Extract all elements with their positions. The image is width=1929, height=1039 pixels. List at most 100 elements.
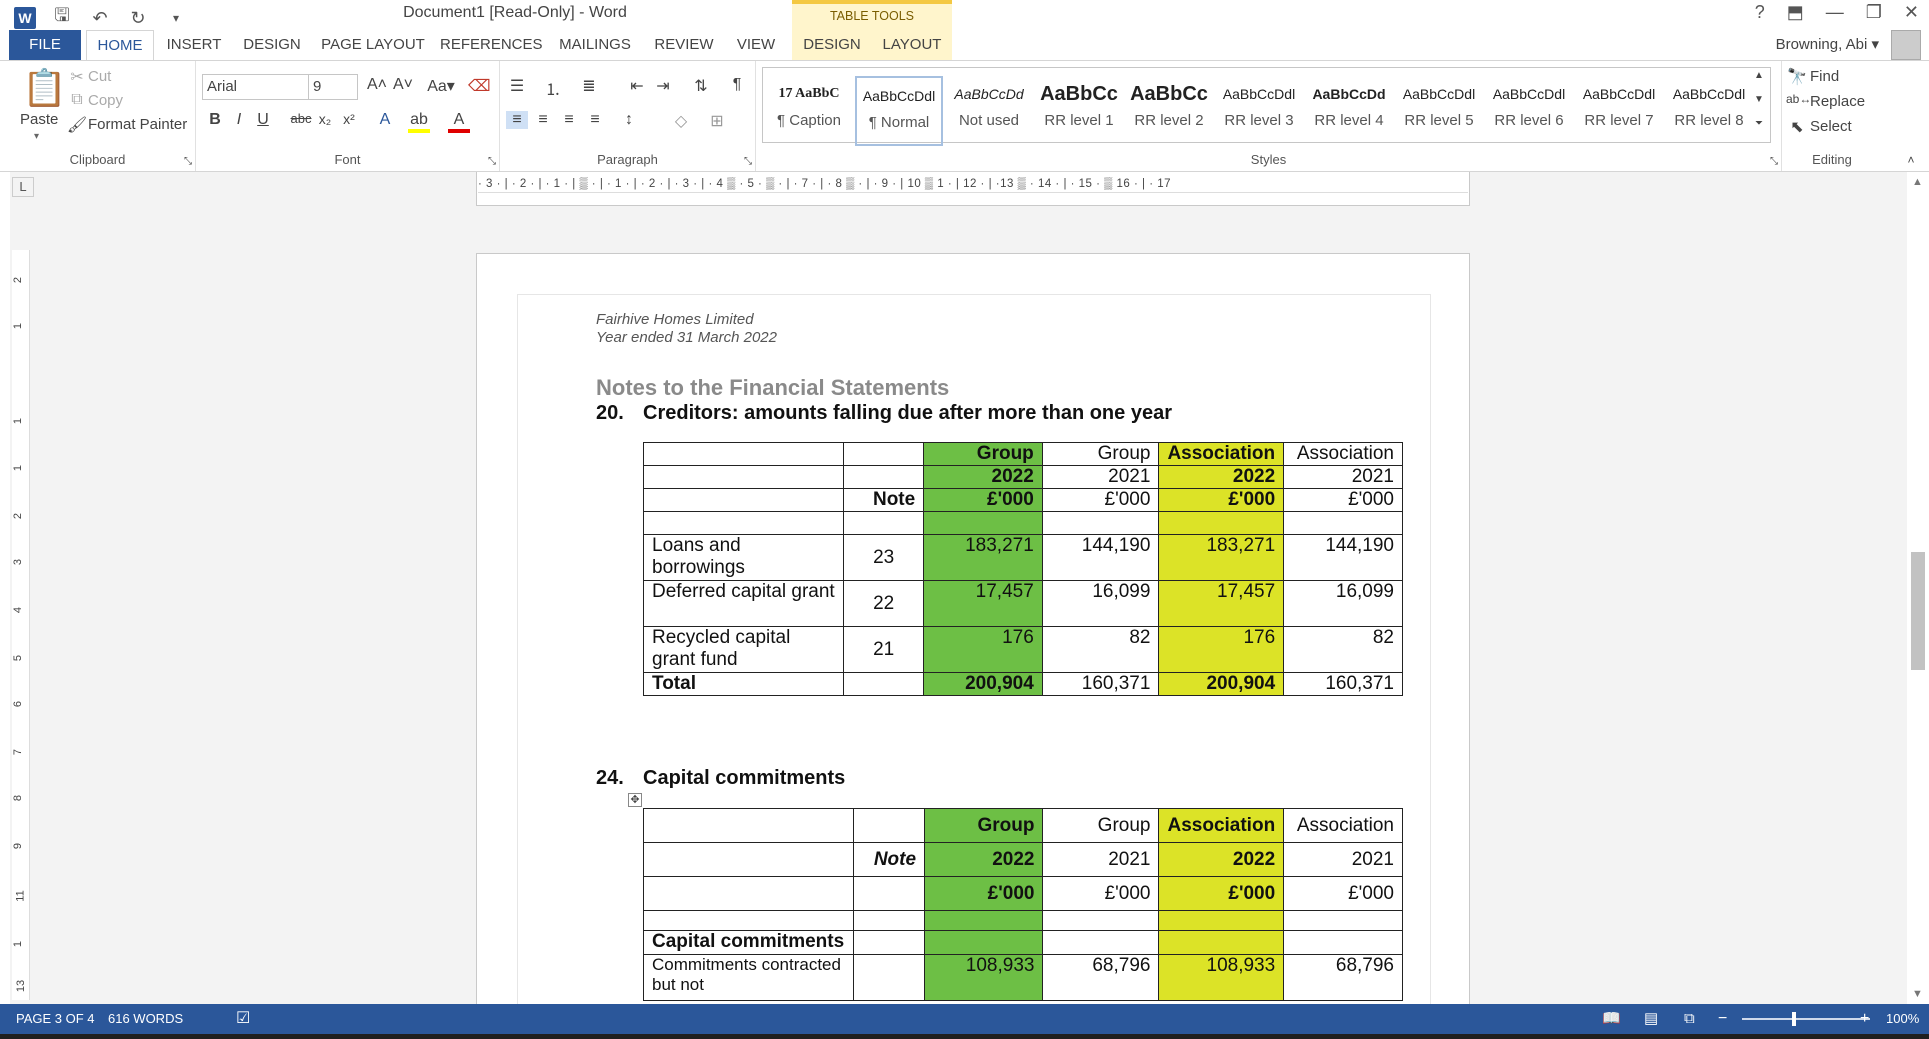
table-cell[interactable] xyxy=(1042,910,1160,931)
table-cell[interactable]: 82 xyxy=(1283,626,1403,673)
tab-file[interactable]: FILE xyxy=(9,30,81,60)
table-cell[interactable]: Loans and borrowings xyxy=(642,534,845,581)
table-cell[interactable]: 2021 xyxy=(1042,842,1160,877)
table-cell[interactable]: 176 xyxy=(923,626,1043,673)
table-cell[interactable]: 160,371 xyxy=(1283,672,1403,696)
table-cell[interactable]: 2022 xyxy=(1158,842,1285,877)
shrink-font-icon[interactable]: A˅ xyxy=(392,76,414,94)
table-cell[interactable]: Commitments contracted but not xyxy=(643,954,854,1001)
table-cell[interactable] xyxy=(852,930,926,955)
table-cell[interactable] xyxy=(643,808,854,843)
tab-review[interactable]: REVIEW xyxy=(650,30,718,60)
table-cell[interactable] xyxy=(924,910,1044,931)
table-cell[interactable]: 108,933 xyxy=(924,954,1044,1001)
highlight-color-icon[interactable]: ab xyxy=(408,111,430,133)
font-size-box[interactable]: 9 xyxy=(308,74,358,100)
tab-design[interactable]: DESIGN xyxy=(238,30,306,60)
zoom-out-icon[interactable]: − xyxy=(1718,1004,1727,1034)
redo-icon[interactable]: ↻ xyxy=(126,8,150,29)
shading-icon[interactable]: ◇ xyxy=(670,111,692,131)
sort-icon[interactable]: ⇅ xyxy=(690,76,712,96)
align-right-icon[interactable]: ≡ xyxy=(558,111,580,129)
style-rr-level-3[interactable]: AaBbCcDdl RR level 3 xyxy=(1215,76,1303,146)
style-rr-level-5[interactable]: AaBbCcDdl RR level 5 xyxy=(1395,76,1483,146)
table-cell[interactable]: £'000 xyxy=(1158,876,1285,911)
subscript-icon[interactable]: x₂ xyxy=(314,111,336,127)
line-spacing-icon[interactable]: ↕ xyxy=(618,111,640,129)
table-cell[interactable]: 16,099 xyxy=(1283,580,1403,627)
word-logo-icon[interactable]: W xyxy=(14,7,36,29)
tab-page-layout[interactable]: PAGE LAYOUT xyxy=(318,30,428,60)
scroll-up-icon[interactable]: ▲ xyxy=(1912,176,1923,188)
format-painter-button[interactable]: Format Painter xyxy=(88,116,187,133)
scroll-down-icon[interactable]: ▼ xyxy=(1912,988,1923,1000)
table-cell[interactable]: Note xyxy=(852,842,926,877)
table-cell[interactable] xyxy=(642,442,845,466)
zoom-slider-thumb[interactable] xyxy=(1792,1012,1796,1026)
table-cell[interactable]: Total xyxy=(642,672,845,696)
decrease-indent-icon[interactable]: ⇤ xyxy=(626,76,648,96)
table-cell[interactable]: 17,457 xyxy=(923,580,1043,627)
clear-formatting-icon[interactable]: ⌫ xyxy=(468,76,491,96)
table-cell[interactable]: 2022 xyxy=(1158,465,1285,489)
styles-scroll-up-icon[interactable]: ▲ xyxy=(1751,70,1767,81)
table-cell[interactable]: 2022 xyxy=(923,465,1043,489)
print-layout-icon[interactable]: ▤ xyxy=(1644,1004,1658,1034)
table-cell[interactable]: 108,933 xyxy=(1158,954,1285,1001)
tab-view[interactable]: VIEW xyxy=(728,30,784,60)
table-cell[interactable] xyxy=(843,511,925,535)
table-cell[interactable] xyxy=(643,842,854,877)
table-cell[interactable]: £'000 xyxy=(1283,876,1403,911)
table-cell[interactable]: 17,457 xyxy=(1158,580,1285,627)
table-cell[interactable]: Association xyxy=(1283,808,1403,843)
table-cell[interactable]: Group xyxy=(1041,442,1160,466)
table-cell[interactable] xyxy=(1158,930,1285,955)
numbering-icon[interactable]: ⒈ xyxy=(542,76,564,100)
table-cell[interactable]: 183,271 xyxy=(1158,534,1285,581)
table-cell[interactable] xyxy=(852,876,926,911)
table-cell[interactable]: £'000 xyxy=(923,488,1043,512)
bullets-icon[interactable]: ☰ xyxy=(506,76,528,96)
underline-icon[interactable]: U xyxy=(252,111,274,129)
customize-qat-icon[interactable]: ▾ xyxy=(164,11,188,25)
table-cell[interactable]: £'000 xyxy=(1042,876,1160,911)
table-cell[interactable]: Association xyxy=(1158,808,1285,843)
table-cell[interactable]: £'000 xyxy=(1041,488,1160,512)
table-cell[interactable]: 21 xyxy=(843,626,925,673)
table-cell[interactable]: 2021 xyxy=(1283,465,1403,489)
table-cell[interactable]: Group xyxy=(923,442,1043,466)
table-cell[interactable] xyxy=(1158,511,1285,535)
table-cell[interactable] xyxy=(1283,511,1403,535)
save-icon[interactable]: 🖫 xyxy=(50,3,74,33)
table-cell[interactable]: 68,796 xyxy=(1042,954,1160,1001)
collapse-ribbon-icon[interactable]: ˄ xyxy=(1900,153,1922,167)
help-icon[interactable]: ? xyxy=(1755,2,1765,23)
tab-insert[interactable]: INSERT xyxy=(160,30,228,60)
table-cell[interactable] xyxy=(1041,511,1160,535)
align-left-icon[interactable]: ≡ xyxy=(506,111,528,129)
restore-icon[interactable]: ❐ xyxy=(1866,2,1882,23)
table-move-handle-icon[interactable]: ✥ xyxy=(628,793,642,807)
close-icon[interactable]: ✕ xyxy=(1904,2,1919,23)
style-caption[interactable]: 17 AaBbC ¶ Caption xyxy=(765,76,853,146)
replace-button[interactable]: Replace xyxy=(1810,93,1865,110)
read-mode-icon[interactable]: 📖 xyxy=(1602,1004,1621,1034)
style-rr-level-1[interactable]: AaBbCc RR level 1 xyxy=(1035,76,1123,146)
table-cell[interactable] xyxy=(843,672,925,696)
table-cell[interactable]: 160,371 xyxy=(1041,672,1160,696)
table-cell[interactable]: Association xyxy=(1158,442,1285,466)
tab-table-layout[interactable]: LAYOUT xyxy=(872,30,952,60)
tab-selector[interactable]: L xyxy=(12,177,34,197)
table-cell[interactable]: Group xyxy=(1042,808,1160,843)
table-cell[interactable]: 200,904 xyxy=(923,672,1043,696)
strikethrough-icon[interactable]: abc xyxy=(290,111,312,126)
find-button[interactable]: Find xyxy=(1810,68,1839,85)
style-normal[interactable]: AaBbCcDdl ¶ Normal xyxy=(855,76,943,146)
table-cell[interactable] xyxy=(1158,910,1285,931)
creditors-table[interactable]: Group Group Association Association 2022… xyxy=(642,442,1403,696)
table-cell[interactable]: 200,904 xyxy=(1158,672,1285,696)
table-cell[interactable]: Association xyxy=(1283,442,1403,466)
style-rr-level-4[interactable]: AaBbCcDd RR level 4 xyxy=(1305,76,1393,146)
table-cell[interactable] xyxy=(643,876,854,911)
table-cell[interactable] xyxy=(1283,930,1403,955)
